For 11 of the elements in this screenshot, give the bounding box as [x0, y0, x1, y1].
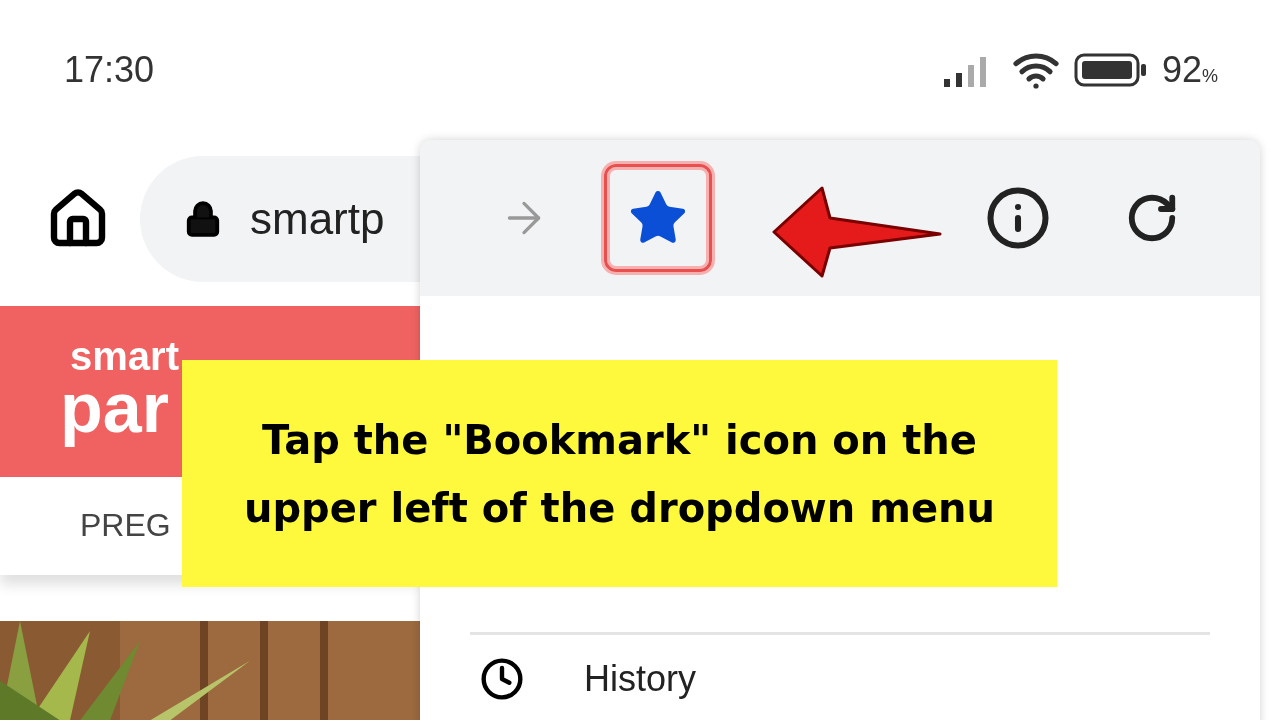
clock-icon — [480, 657, 524, 701]
battery-percent: 92% — [1161, 48, 1218, 91]
lock-icon — [184, 199, 222, 238]
clock-time: 17:30 — [64, 48, 155, 91]
info-icon — [985, 185, 1051, 251]
pointer-arrow-icon — [772, 186, 944, 278]
nav-link[interactable]: PREG — [80, 507, 171, 545]
menu-item[interactable]: History — [584, 658, 696, 700]
battery-icon — [1073, 52, 1148, 87]
callout-text: Tap the "Bookmark" icon on the upper left of the dropdown menu — [243, 415, 996, 533]
bookmark-button[interactable] — [604, 164, 712, 272]
